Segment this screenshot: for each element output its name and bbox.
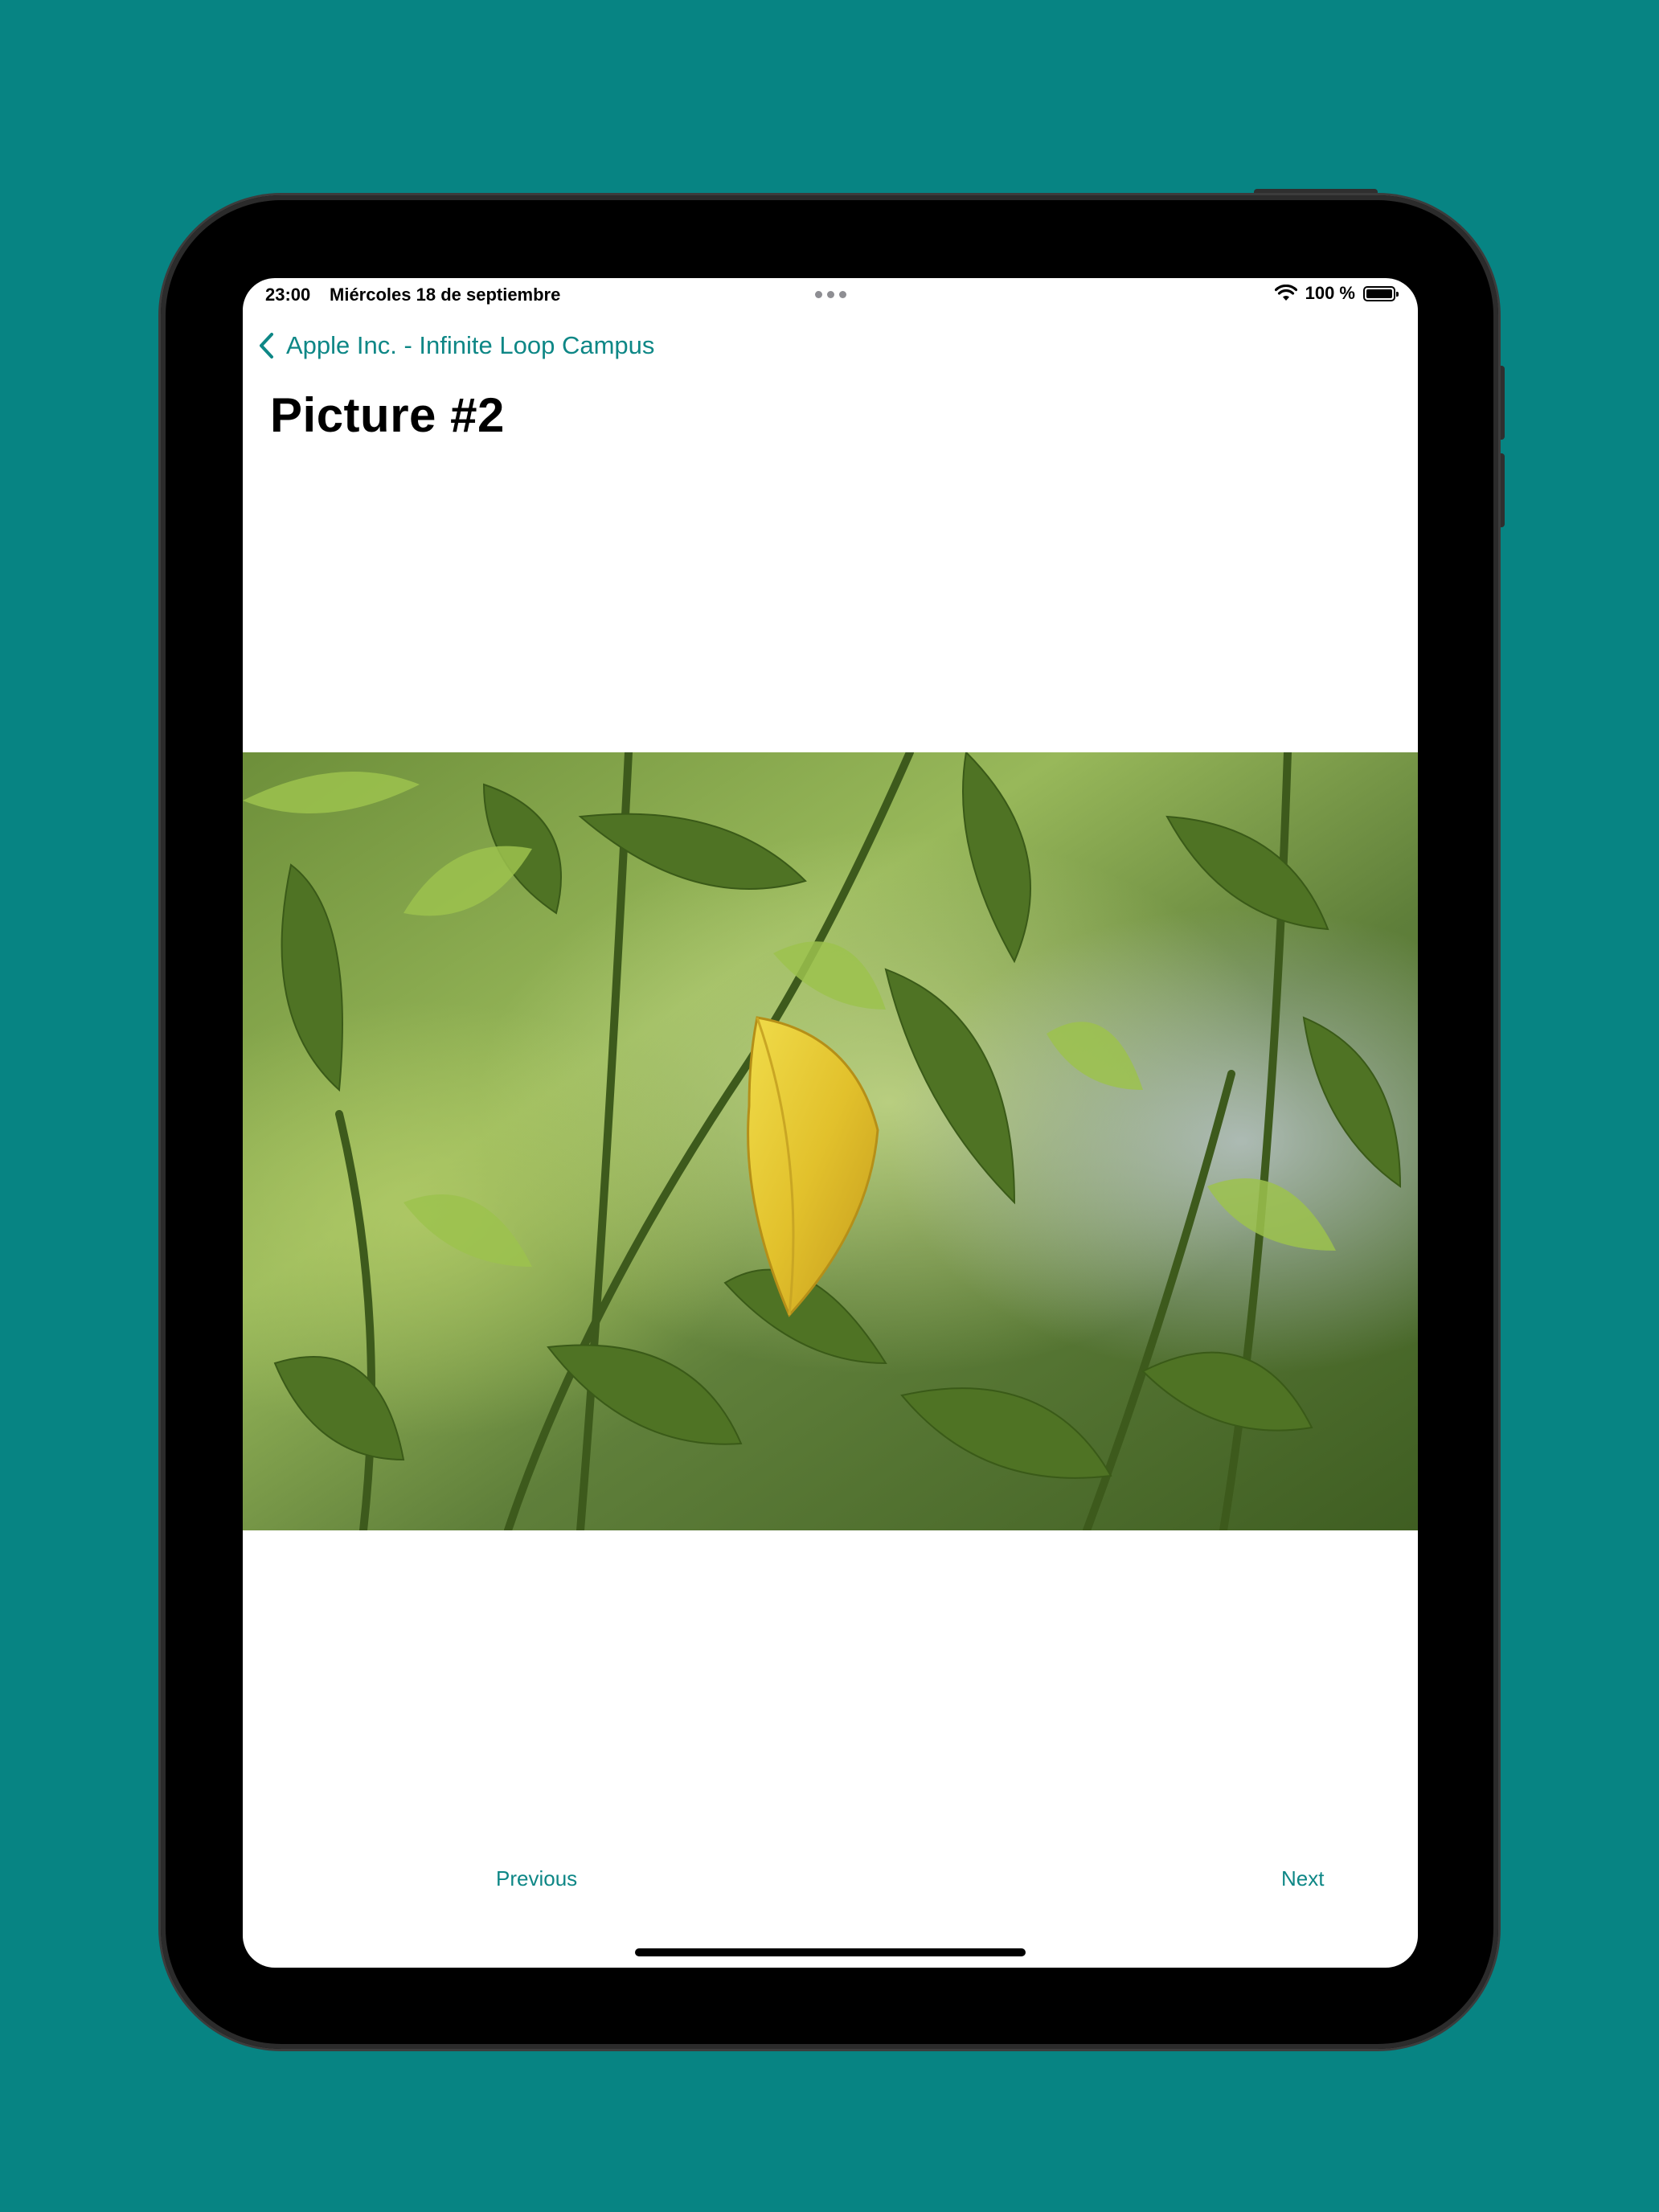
back-button-label: Apple Inc. - Infinite Loop Campus: [286, 331, 655, 359]
volume-down-button: [1498, 453, 1505, 527]
battery-percentage: 100 %: [1305, 283, 1355, 303]
chevron-left-icon: [260, 333, 273, 358]
battery-icon: [1363, 285, 1399, 301]
battery-fill: [1366, 289, 1392, 298]
app-screen: 23:00 Miércoles 18 de septiembre 100 % A…: [243, 278, 1418, 1968]
home-indicator[interactable]: [635, 1948, 1026, 1956]
status-bar: 23:00 Miércoles 18 de septiembre 100 %: [243, 278, 1418, 313]
page-title: Picture #2: [270, 388, 505, 442]
multitasking-dots-icon[interactable]: [815, 291, 846, 298]
back-button[interactable]: Apple Inc. - Infinite Loop Campus: [259, 331, 654, 360]
wifi-icon: [1274, 285, 1297, 301]
volume-up-button: [1498, 366, 1505, 440]
previous-button[interactable]: Previous: [496, 1866, 577, 1891]
status-time: 23:00: [265, 285, 311, 305]
top-button: [1254, 189, 1378, 195]
status-indicators: 100 %: [1274, 283, 1399, 304]
next-button[interactable]: Next: [1281, 1866, 1324, 1891]
leaf-photo: [243, 752, 1418, 1530]
status-date: Miércoles 18 de septiembre: [330, 285, 561, 305]
